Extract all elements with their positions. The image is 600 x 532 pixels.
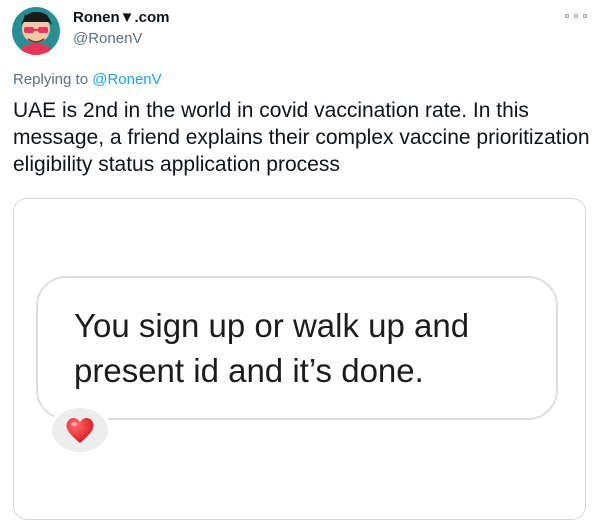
more-dot: [574, 14, 578, 18]
avatar[interactable]: [12, 7, 60, 55]
more-dot: [565, 14, 569, 18]
red-heart-icon: [66, 417, 94, 443]
replying-handle-link[interactable]: @RonenV: [92, 71, 161, 88]
media-card[interactable]: You sign up or walk up and present id an…: [13, 198, 586, 520]
tweet-text: UAE is 2nd in the world in covid vaccina…: [13, 99, 590, 176]
replying-to: Replying to @RonenV: [13, 71, 162, 88]
avatar-image: [12, 7, 60, 55]
message-bubble: You sign up or walk up and present id an…: [36, 276, 558, 420]
message-text: You sign up or walk up and present id an…: [74, 307, 470, 389]
more-dot: [583, 14, 587, 18]
more-options-icon[interactable]: [565, 8, 587, 24]
reaction-badge: [49, 405, 111, 455]
author-name[interactable]: Ronen▼.com: [73, 9, 170, 26]
replying-prefix: Replying to: [13, 71, 89, 88]
author-handle[interactable]: @RonenV: [73, 30, 142, 47]
